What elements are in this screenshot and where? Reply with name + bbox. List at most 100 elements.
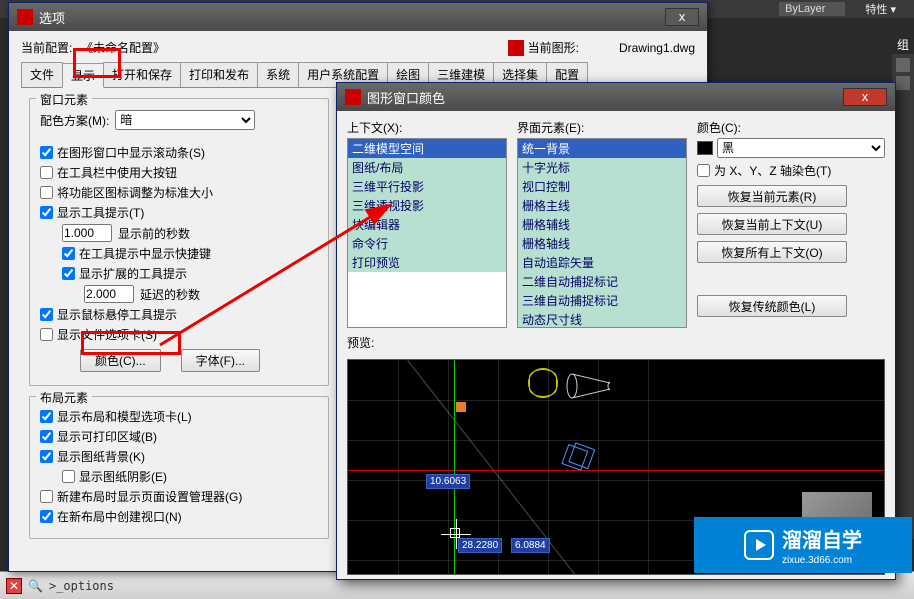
fonts-button[interactable]: 字体(F)... <box>181 349 260 372</box>
tab-open-save[interactable]: 打开和保存 <box>103 62 181 87</box>
lbl-ext-tooltip: 显示扩展的工具提示 <box>79 265 187 282</box>
preview-wireframe-obj <box>558 442 598 482</box>
watermark-subtitle: zixue.3d66.com <box>782 555 862 566</box>
chk-paper-bg[interactable] <box>40 450 53 463</box>
lbl-file-tabs: 显示文件选项卡(S) <box>57 326 157 343</box>
colors-titlebar[interactable]: 图形窗口颜色 x <box>337 83 895 111</box>
colors-title: 图形窗口颜色 <box>367 88 445 107</box>
tab-plot[interactable]: 打印和发布 <box>180 62 258 87</box>
chk-ext-tooltip[interactable] <box>62 267 75 280</box>
context-item[interactable]: 打印预览 <box>348 253 506 272</box>
context-item[interactable]: 二维模型空间 <box>348 139 506 158</box>
chk-scrollbars[interactable] <box>40 146 53 159</box>
delay-ext-input[interactable] <box>84 285 134 303</box>
close-cmd-icon[interactable]: ✕ <box>6 578 22 594</box>
element-item[interactable]: 三维自动捕捉标记 <box>518 291 686 310</box>
window-elements-group: 窗口元素 配色方案(M): 暗 在图形窗口中显示滚动条(S) 在工具栏中使用大按… <box>29 98 329 386</box>
chk-paper-shadow[interactable] <box>62 470 75 483</box>
tab-system[interactable]: 系统 <box>257 62 299 87</box>
element-item[interactable]: 二维自动捕捉标记 <box>518 272 686 291</box>
preview-x-axis <box>348 470 884 471</box>
delay-before-input[interactable] <box>62 224 112 242</box>
lbl-hover-tooltip: 显示鼠标悬停工具提示 <box>57 306 177 323</box>
lbl-page-setup: 新建布局时显示页面设置管理器(G) <box>57 488 242 505</box>
current-profile-value: 《未命名配置》 <box>81 39 165 56</box>
layout-elements-group: 布局元素 显示布局和模型选项卡(L) 显示可打印区域(B) 显示图纸背景(K) … <box>29 396 329 539</box>
preview-crosshair <box>450 528 460 538</box>
context-label: 上下文(X): <box>347 119 507 136</box>
chk-axis-tint[interactable] <box>697 164 710 177</box>
command-input[interactable]: >_options <box>49 579 114 593</box>
tab-display[interactable]: 显示 <box>62 63 104 88</box>
restore-element-button[interactable]: 恢复当前元素(R) <box>697 185 847 207</box>
element-item[interactable]: 动态尺寸线 <box>518 310 686 328</box>
element-item[interactable]: 统一背景 <box>518 139 686 158</box>
side-button-1[interactable] <box>896 58 910 72</box>
window-elements-title: 窗口元素 <box>36 91 92 108</box>
context-item[interactable]: 命令行 <box>348 234 506 253</box>
restore-context-button[interactable]: 恢复当前上下文(U) <box>697 213 847 235</box>
watermark-play-icon <box>744 530 774 560</box>
lbl-large-buttons: 在工具栏中使用大按钮 <box>57 164 177 181</box>
context-item[interactable]: 三维平行投影 <box>348 177 506 196</box>
element-listbox[interactable]: 统一背景十字光标视口控制栅格主线栅格辅线栅格轴线自动追踪矢量二维自动捕捉标记三维… <box>517 138 687 328</box>
color-scheme-label: 配色方案(M): <box>40 112 109 129</box>
preview-label: 预览: <box>347 334 885 351</box>
right-panel-label: 组 <box>892 36 914 54</box>
preview-dim-2a: 28.2280 <box>458 538 502 553</box>
colors-button[interactable]: 颜色(C)... <box>80 349 161 372</box>
close-button[interactable]: x <box>843 88 887 106</box>
preview-dim-2b: 6.0884 <box>511 538 550 553</box>
autocad-icon <box>17 9 33 25</box>
lbl-paper-bg: 显示图纸背景(K) <box>57 448 145 465</box>
drawing-icon <box>508 40 524 56</box>
chk-hover-tooltip[interactable] <box>40 308 53 321</box>
preview-marker <box>456 402 466 412</box>
context-item[interactable]: 三维透视投影 <box>348 196 506 215</box>
lbl-ribbon-std: 将功能区图标调整为标准大小 <box>57 184 213 201</box>
lbl-paper-shadow: 显示图纸阴影(E) <box>79 468 167 485</box>
side-button-2[interactable] <box>896 76 910 90</box>
chk-large-buttons[interactable] <box>40 166 53 179</box>
chk-file-tabs[interactable] <box>40 328 53 341</box>
chk-new-viewport[interactable] <box>40 510 53 523</box>
chk-page-setup[interactable] <box>40 490 53 503</box>
lbl-delay-ext: 延迟的秒数 <box>140 286 200 303</box>
options-titlebar[interactable]: 选项 x <box>9 3 707 31</box>
restore-classic-button[interactable]: 恢复传统颜色(L) <box>697 295 847 317</box>
current-drawing-value: Drawing1.dwg <box>619 41 695 55</box>
element-item[interactable]: 栅格轴线 <box>518 234 686 253</box>
color-scheme-select[interactable]: 暗 <box>115 110 255 130</box>
element-item[interactable]: 栅格辅线 <box>518 215 686 234</box>
lbl-axis-tint: 为 X、Y、Z 轴染色(T) <box>714 162 831 179</box>
lbl-shortcut: 在工具提示中显示快捷键 <box>79 245 211 262</box>
chk-layout-tabs[interactable] <box>40 410 53 423</box>
drawing-window-colors-dialog: 图形窗口颜色 x 上下文(X): 二维模型空间图纸/布局三维平行投影三维透视投影… <box>336 82 896 580</box>
tab-files[interactable]: 文件 <box>21 62 63 87</box>
chk-ribbon-std[interactable] <box>40 186 53 199</box>
element-item[interactable]: 自动追踪矢量 <box>518 253 686 272</box>
chk-tooltips[interactable] <box>40 206 53 219</box>
lbl-tooltips: 显示工具提示(T) <box>57 204 144 221</box>
color-swatch <box>697 141 713 155</box>
layout-elements-title: 布局元素 <box>36 389 92 406</box>
element-item[interactable]: 栅格主线 <box>518 196 686 215</box>
restore-all-button[interactable]: 恢复所有上下文(O) <box>697 241 847 263</box>
preview-sphere <box>528 368 558 398</box>
autocad-icon <box>345 89 361 105</box>
context-item[interactable]: 图纸/布局 <box>348 158 506 177</box>
element-item[interactable]: 十字光标 <box>518 158 686 177</box>
close-button[interactable]: x <box>665 8 699 26</box>
layer-combo[interactable]: ByLayer <box>779 2 845 16</box>
properties-dropdown[interactable]: 特性 ▾ <box>855 0 906 18</box>
chk-shortcut[interactable] <box>62 247 75 260</box>
element-label: 界面元素(E): <box>517 119 687 136</box>
context-listbox[interactable]: 二维模型空间图纸/布局三维平行投影三维透视投影块编辑器命令行打印预览 <box>347 138 507 328</box>
lbl-new-viewport: 在新布局中创建视口(N) <box>57 508 182 525</box>
chk-printable[interactable] <box>40 430 53 443</box>
lbl-printable: 显示可打印区域(B) <box>57 428 157 445</box>
context-item[interactable]: 块编辑器 <box>348 215 506 234</box>
color-select[interactable]: 黑 <box>717 138 885 158</box>
element-item[interactable]: 视口控制 <box>518 177 686 196</box>
preview-cone <box>566 368 610 404</box>
